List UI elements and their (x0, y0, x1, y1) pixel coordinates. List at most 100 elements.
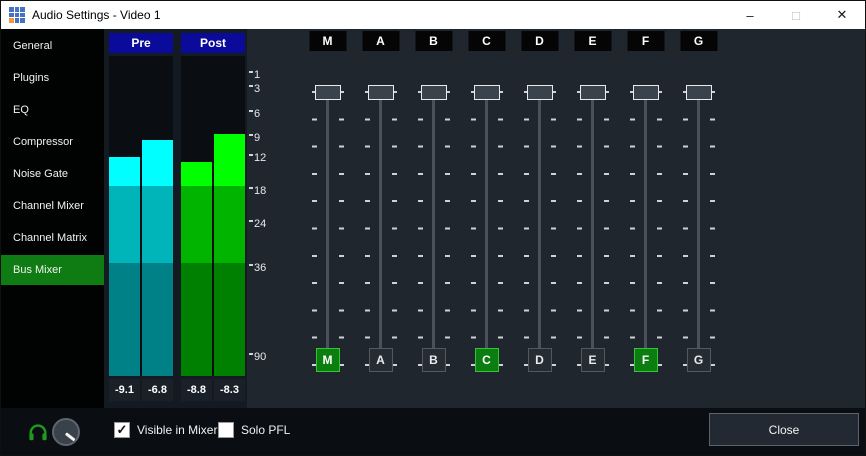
footer-bar: ✓ Visible in Mixer ✓ Solo PFL Close (1, 408, 865, 456)
scale-tick (249, 134, 253, 136)
scale-label: 6 (249, 108, 260, 120)
visible-in-mixer-checkbox[interactable]: ✓ Visible in Mixer (114, 422, 217, 438)
fader-tick-rail (498, 91, 503, 366)
sidebar-item-channel-mixer[interactable]: Channel Mixer (1, 191, 104, 221)
fader-handle[interactable] (527, 85, 553, 100)
fader-track[interactable] (432, 86, 435, 369)
sidebar-item-channel-matrix[interactable]: Channel Matrix (1, 223, 104, 253)
sidebar-item-eq[interactable]: EQ (1, 95, 104, 125)
post-level-value-right: -8.3 (214, 379, 245, 401)
post-meter (181, 56, 245, 376)
fader-tick-rail (392, 91, 397, 366)
fader-tick-rail (471, 91, 476, 366)
pre-meter (109, 56, 173, 376)
fader-handle[interactable] (315, 85, 341, 100)
fader-column-a: A A (354, 29, 407, 408)
fader-track[interactable] (538, 86, 541, 369)
post-meter-bar-right (214, 56, 245, 376)
fader-track[interactable] (644, 86, 647, 369)
meter-cover (181, 56, 212, 162)
post-meter-header: Post (181, 33, 245, 53)
fader-tick-rail (604, 91, 609, 366)
fader-tick-rail (312, 91, 317, 366)
fader-column-d: D D (513, 29, 566, 408)
meter-cover (142, 56, 173, 140)
bus-toggle-button[interactable]: M (316, 348, 340, 372)
bus-toggle-button[interactable]: E (581, 348, 605, 372)
checkbox-label: Visible in Mixer (137, 423, 217, 437)
sidebar-item-noise-gate[interactable]: Noise Gate (1, 159, 104, 189)
fader-track[interactable] (697, 86, 700, 369)
fader-columns: M M A A B B (301, 29, 725, 408)
bus-header-label: D (521, 31, 558, 51)
bus-header-label: B (415, 31, 452, 51)
fader-track[interactable] (326, 86, 329, 369)
fader-tick-rail (339, 91, 344, 366)
checkbox-box[interactable]: ✓ (218, 422, 234, 438)
scale-tick (249, 187, 253, 189)
knob-indicator (65, 432, 75, 441)
fader-handle[interactable] (474, 85, 500, 100)
pre-level-value-left: -9.1 (109, 379, 140, 401)
checkbox-label: Solo PFL (241, 423, 290, 437)
fader-handle[interactable] (633, 85, 659, 100)
bus-header-label: C (468, 31, 505, 51)
window-controls: – □ ✕ (727, 1, 865, 29)
maximize-icon[interactable]: □ (773, 1, 819, 29)
fader-tick-rail (577, 91, 582, 366)
post-level-value-left: -8.8 (181, 379, 212, 401)
sidebar-item-plugins[interactable]: Plugins (1, 63, 104, 93)
bus-header-label: F (627, 31, 664, 51)
fader-column-b: B B (407, 29, 460, 408)
fader-handle[interactable] (368, 85, 394, 100)
titlebar: Audio Settings - Video 1 – □ ✕ (1, 1, 865, 29)
sidebar-item-compressor[interactable]: Compressor (1, 127, 104, 157)
fader-tick-rail (710, 91, 715, 366)
solo-pfl-checkbox[interactable]: ✓ Solo PFL (218, 422, 290, 438)
fader-tick-rail (445, 91, 450, 366)
bus-toggle-button[interactable]: A (369, 348, 393, 372)
close-icon[interactable]: ✕ (819, 1, 865, 29)
scale-label: 12 (249, 152, 266, 164)
fader-track[interactable] (591, 86, 594, 369)
scale-label: 9 (249, 132, 260, 144)
bus-toggle-button[interactable]: G (687, 348, 711, 372)
fader-handle[interactable] (686, 85, 712, 100)
pre-meter-bar-left (109, 56, 140, 376)
checkmark-icon: ✓ (117, 423, 128, 437)
fader-handle[interactable] (421, 85, 447, 100)
headphone-volume-knob[interactable] (52, 418, 80, 446)
sidebar-item-general[interactable]: General (1, 31, 104, 61)
scale-tick (249, 110, 253, 112)
minimize-icon[interactable]: – (727, 1, 773, 29)
fader-handle[interactable] (580, 85, 606, 100)
scale-tick (249, 353, 253, 355)
fader-tick-rail (657, 91, 662, 366)
headphones-icon[interactable] (27, 421, 49, 443)
bus-toggle-button[interactable]: C (475, 348, 499, 372)
meter-cover (109, 56, 140, 157)
sidebar-item-bus-mixer[interactable]: Bus Mixer (1, 255, 104, 285)
scale-tick (249, 71, 253, 73)
scale-tick (249, 220, 253, 222)
fader-track[interactable] (379, 86, 382, 369)
audio-settings-window: Audio Settings - Video 1 – □ ✕ General P… (0, 0, 866, 456)
close-button[interactable]: Close (709, 413, 859, 446)
fader-column-c: C C (460, 29, 513, 408)
bus-toggle-button[interactable]: D (528, 348, 552, 372)
pre-meter-bar-right (142, 56, 173, 376)
fader-column-e: E E (566, 29, 619, 408)
fader-tick-rail (418, 91, 423, 366)
fader-tick-rail (551, 91, 556, 366)
fader-column-g: G G (672, 29, 725, 408)
bus-toggle-button[interactable]: B (422, 348, 446, 372)
checkbox-box[interactable]: ✓ (114, 422, 130, 438)
scale-tick (249, 154, 253, 156)
bus-header-label: M (309, 31, 346, 51)
fader-tick-rail (524, 91, 529, 366)
fader-track[interactable] (485, 86, 488, 369)
bus-toggle-button[interactable]: F (634, 348, 658, 372)
pre-level-value-right: -6.8 (142, 379, 173, 401)
scale-label: 36 (249, 262, 266, 274)
bus-header-label: A (362, 31, 399, 51)
